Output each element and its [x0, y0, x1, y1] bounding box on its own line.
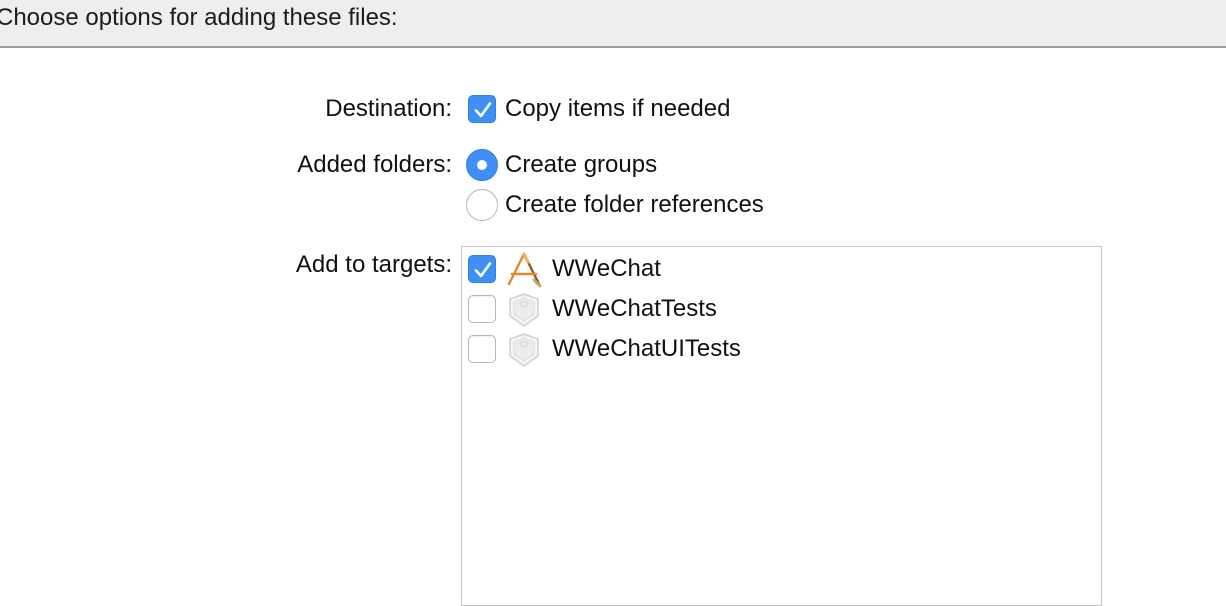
dialog-header: Choose options for adding these files: — [0, 0, 1226, 48]
add-to-targets-label: Add to targets: — [295, 251, 452, 278]
app-target-icon — [507, 252, 542, 288]
copy-items-checkbox[interactable] — [468, 95, 496, 123]
radio-dot — [477, 160, 487, 170]
checkmark-icon — [474, 102, 492, 118]
target-checkbox[interactable] — [468, 335, 496, 363]
create-groups-radio[interactable] — [466, 149, 498, 181]
destination-label: Destination: — [325, 95, 452, 122]
checkmark-icon — [474, 262, 492, 278]
target-row-wwechat[interactable]: WWeChat — [462, 249, 1101, 289]
test-bundle-icon — [509, 293, 539, 327]
target-row-wwechatuitests[interactable]: WWeChatUITests — [462, 329, 1101, 369]
target-name: WWeChatUITests — [552, 335, 741, 362]
target-name: WWeChatTests — [552, 295, 717, 322]
targets-list[interactable]: WWeChat WWeChatTests WWeChatUITests — [461, 246, 1102, 606]
create-groups-label[interactable]: Create groups — [505, 150, 657, 180]
added-folders-label: Added folders: — [297, 151, 452, 178]
target-row-wwechattests[interactable]: WWeChatTests — [462, 289, 1101, 329]
create-folder-references-label[interactable]: Create folder references — [505, 190, 764, 220]
test-bundle-icon — [509, 333, 539, 367]
create-folder-references-radio[interactable] — [466, 189, 498, 221]
target-name: WWeChat — [552, 255, 661, 282]
copy-items-label[interactable]: Copy items if needed — [505, 94, 730, 124]
target-checkbox[interactable] — [468, 295, 496, 323]
target-checkbox[interactable] — [468, 255, 496, 283]
dialog-title: Choose options for adding these files: — [0, 4, 398, 31]
